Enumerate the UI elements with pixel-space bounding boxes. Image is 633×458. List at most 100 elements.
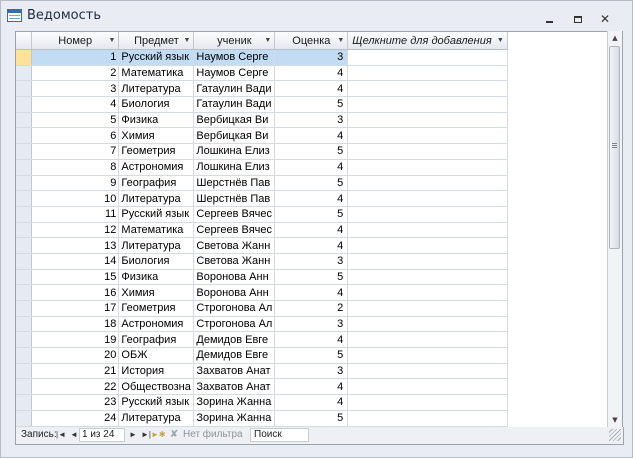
- search-input[interactable]: Поиск: [250, 428, 309, 442]
- cell-student[interactable]: Вербицкая Ви: [193, 112, 276, 129]
- cell-student[interactable]: Наумов Серге: [193, 49, 276, 66]
- column-header-uchenik[interactable]: ученик ▼: [193, 32, 276, 50]
- table-row[interactable]: 18 Астрономия Строгонова Ал 3: [16, 316, 622, 333]
- cell-grade[interactable]: 4: [274, 80, 349, 98]
- row-selector[interactable]: [16, 112, 33, 129]
- cell-number[interactable]: 19: [31, 331, 120, 349]
- row-selector[interactable]: [16, 80, 33, 98]
- cell-subject[interactable]: Геометрия: [118, 143, 195, 160]
- table-row[interactable]: 5 Физика Вербицкая Ви 3: [16, 112, 622, 129]
- record-position-field[interactable]: 1 из 24: [79, 428, 125, 442]
- cell-grade[interactable]: 4: [274, 159, 349, 176]
- column-dropdown-icon[interactable]: ▼: [264, 37, 271, 44]
- cell-grade[interactable]: 2: [274, 300, 349, 317]
- close-button[interactable]: ✕: [599, 12, 615, 27]
- cell-empty[interactable]: [347, 316, 508, 333]
- table-row[interactable]: 10 Литература Шерстнёв Пав 4: [16, 190, 622, 207]
- table-row[interactable]: 11 Русский язык Сергеев Вячес 5: [16, 206, 622, 223]
- row-selector[interactable]: [16, 49, 33, 66]
- row-selector[interactable]: [16, 206, 33, 223]
- resize-grip-icon[interactable]: [609, 429, 621, 441]
- row-selector[interactable]: [16, 143, 33, 160]
- cell-grade[interactable]: 4: [274, 190, 349, 207]
- cell-empty[interactable]: [347, 331, 508, 349]
- cell-student[interactable]: Светова Жанн: [193, 237, 276, 254]
- cell-grade[interactable]: 3: [274, 253, 349, 270]
- cell-student[interactable]: Захватов Анат: [193, 363, 276, 380]
- next-record-icon[interactable]: ►: [127, 428, 139, 442]
- table-row[interactable]: 1 Русский язык Наумов Серге 3: [16, 49, 622, 66]
- cell-subject[interactable]: ОБЖ: [118, 347, 195, 364]
- cell-number[interactable]: 23: [31, 394, 120, 411]
- cell-student[interactable]: Воронова Анн: [193, 269, 276, 286]
- table-row[interactable]: 17 Геометрия Строгонова Ал 2: [16, 300, 622, 317]
- row-selector[interactable]: [16, 300, 33, 317]
- cell-empty[interactable]: [347, 222, 508, 239]
- table-row[interactable]: 9 География Шерстнёв Пав 5: [16, 175, 622, 192]
- column-dropdown-icon[interactable]: ▼: [497, 37, 504, 44]
- cell-student[interactable]: Вербицкая Ви: [193, 127, 276, 145]
- cell-student[interactable]: Гатаулин Вади: [193, 80, 276, 98]
- cell-subject[interactable]: Литература: [118, 237, 195, 254]
- cell-subject[interactable]: Математика: [118, 65, 195, 82]
- cell-subject[interactable]: Обществозна: [118, 378, 195, 396]
- cell-student[interactable]: Демидов Евге: [193, 347, 276, 364]
- row-selector[interactable]: [16, 331, 33, 349]
- cell-number[interactable]: 14: [31, 253, 120, 270]
- scrollbar-thumb[interactable]: [609, 46, 620, 249]
- cell-subject[interactable]: Астрономия: [118, 159, 195, 176]
- cell-empty[interactable]: [347, 394, 508, 411]
- table-row[interactable]: 22 Обществозна Захватов Анат 4: [16, 378, 622, 396]
- table-row[interactable]: 15 Физика Воронова Анн 5: [16, 269, 622, 286]
- cell-grade[interactable]: 4: [274, 378, 349, 396]
- table-row[interactable]: 14 Биология Светова Жанн 3: [16, 253, 622, 270]
- row-selector[interactable]: [16, 253, 33, 270]
- row-selector[interactable]: [16, 347, 33, 364]
- cell-empty[interactable]: [347, 410, 508, 427]
- cell-grade[interactable]: 3: [274, 316, 349, 333]
- cell-student[interactable]: Шерстнёв Пав: [193, 190, 276, 207]
- cell-number[interactable]: 2: [31, 65, 120, 82]
- table-row[interactable]: 2 Математика Наумов Серге 4: [16, 65, 622, 82]
- table-row[interactable]: 4 Биология Гатаулин Вади 5: [16, 96, 622, 113]
- cell-number[interactable]: 24: [31, 410, 120, 427]
- cell-empty[interactable]: [347, 80, 508, 98]
- cell-empty[interactable]: [347, 159, 508, 176]
- cell-grade[interactable]: 3: [274, 112, 349, 129]
- row-selector[interactable]: [16, 363, 33, 380]
- column-dropdown-icon[interactable]: ▼: [337, 37, 344, 44]
- filter-icon[interactable]: ✘: [170, 428, 178, 442]
- table-row[interactable]: 8 Астрономия Лошкина Елиз 4: [16, 159, 622, 176]
- cell-grade[interactable]: 4: [274, 331, 349, 349]
- cell-grade[interactable]: 5: [274, 96, 349, 113]
- cell-student[interactable]: Зорина Жанна: [193, 394, 276, 411]
- cell-student[interactable]: Гатаулин Вади: [193, 96, 276, 113]
- cell-number[interactable]: 1: [31, 49, 120, 66]
- cell-subject[interactable]: Биология: [118, 253, 195, 270]
- cell-student[interactable]: Захватов Анат: [193, 378, 276, 396]
- row-selector[interactable]: [16, 159, 33, 176]
- cell-grade[interactable]: 3: [274, 49, 349, 66]
- row-selector[interactable]: [16, 316, 33, 333]
- cell-number[interactable]: 4: [31, 96, 120, 113]
- restore-button[interactable]: [571, 13, 587, 27]
- first-record-icon[interactable]: |◄: [55, 428, 67, 442]
- cell-number[interactable]: 7: [31, 143, 120, 160]
- vertical-scrollbar[interactable]: ▲ ▼: [607, 31, 622, 427]
- cell-subject[interactable]: Русский язык: [118, 49, 195, 66]
- cell-student[interactable]: Лошкина Елиз: [193, 143, 276, 160]
- cell-grade[interactable]: 5: [274, 347, 349, 364]
- cell-empty[interactable]: [347, 347, 508, 364]
- row-selector[interactable]: [16, 284, 33, 301]
- cell-number[interactable]: 6: [31, 127, 120, 145]
- cell-student[interactable]: Светова Жанн: [193, 253, 276, 270]
- cell-subject[interactable]: Математика: [118, 222, 195, 239]
- row-selector[interactable]: [16, 222, 33, 239]
- cell-grade[interactable]: 4: [274, 65, 349, 82]
- cell-subject[interactable]: Физика: [118, 269, 195, 286]
- cell-subject[interactable]: Астрономия: [118, 316, 195, 333]
- cell-subject[interactable]: Литература: [118, 190, 195, 207]
- cell-number[interactable]: 8: [31, 159, 120, 176]
- cell-grade[interactable]: 5: [274, 206, 349, 223]
- cell-number[interactable]: 3: [31, 80, 120, 98]
